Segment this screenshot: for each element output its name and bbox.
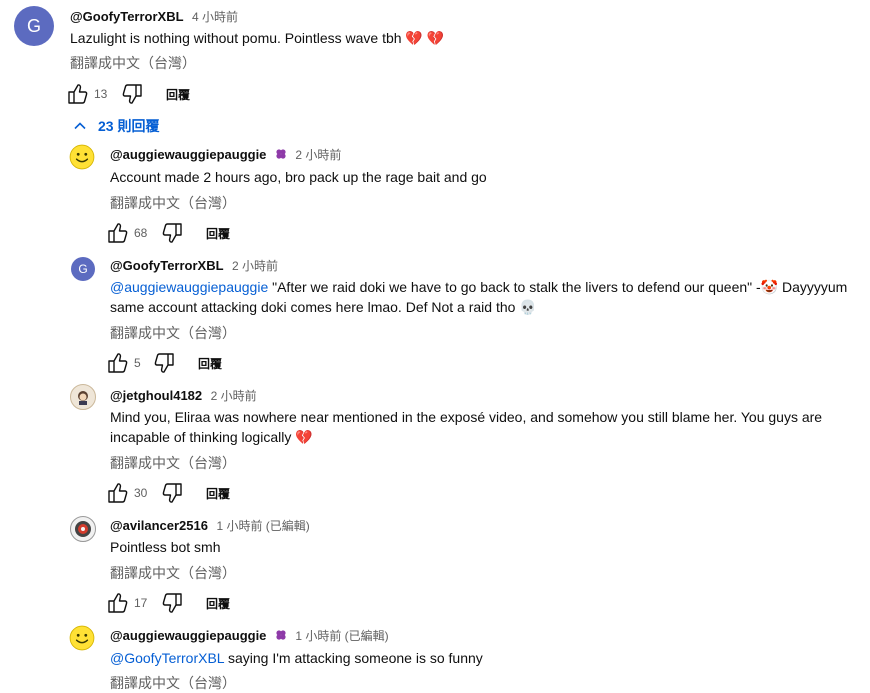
like-count: 17 <box>134 596 148 610</box>
reply-text-line2: same account attacking doki comes here l… <box>110 299 537 315</box>
author-name[interactable]: @auggiewauggiepauggie <box>110 147 266 162</box>
like-count: 68 <box>134 226 148 240</box>
broken-heart-icon: 💔 💔 <box>405 30 445 46</box>
reply-text: Account made 2 hours ago, bro pack up th… <box>110 169 487 185</box>
dislike-icon[interactable] <box>160 221 184 245</box>
reply-actions: 68 回覆 <box>106 221 230 245</box>
timestamp[interactable]: 2 小時前 <box>295 148 341 162</box>
reply-button[interactable]: 回覆 <box>198 355 222 372</box>
reply-button[interactable]: 回覆 <box>166 86 190 103</box>
translate-link[interactable]: 翻譯成中文（台灣） <box>110 563 236 583</box>
reply-actions: 5 回覆 <box>106 351 222 375</box>
author-name[interactable]: @auggiewauggiepauggie <box>110 628 266 643</box>
translate-link[interactable]: 翻譯成中文（台灣） <box>110 453 236 473</box>
like-icon[interactable] <box>106 481 130 505</box>
reply-header: @auggiewauggiepauggie 2 小時前 <box>110 146 341 164</box>
reply-actions: 17 回覆 <box>106 591 230 615</box>
comment-body: Lazulight is nothing without pomu. Point… <box>70 30 402 46</box>
author-name[interactable]: @jetghoul4182 <box>110 388 202 403</box>
translate-link[interactable]: 翻譯成中文（台灣） <box>70 53 196 73</box>
reply-body: saying I'm attacking someone is so funny <box>224 650 483 666</box>
avatar[interactable]: G <box>14 6 54 46</box>
reply-header: @auggiewauggiepauggie 1 小時前 (已編輯) <box>110 627 389 645</box>
avatar[interactable] <box>69 144 95 170</box>
avatar-letter: G <box>78 262 88 276</box>
author-name[interactable]: @GoofyTerrorXBL <box>110 258 224 273</box>
reply-header: @jetghoul4182 2 小時前 <box>110 387 257 405</box>
reply-text: @auggiewauggiepauggie "After we raid dok… <box>110 277 847 297</box>
avatar-letter: G <box>26 15 41 36</box>
reply-text: Pointless bot smh <box>110 539 221 555</box>
translate-link[interactable]: 翻譯成中文（台灣） <box>110 193 236 213</box>
timestamp[interactable]: 2 小時前 <box>211 389 257 403</box>
member-badge-icon <box>275 629 287 641</box>
member-badge-icon <box>275 148 287 160</box>
reply-body: "After we raid doki we have to go back t… <box>268 279 848 295</box>
author-name[interactable]: @GoofyTerrorXBL <box>70 9 184 24</box>
comment-header: @GoofyTerrorXBL 4 小時前 <box>70 8 238 26</box>
avatar[interactable] <box>70 384 96 410</box>
replies-toggle[interactable]: 23 則回覆 <box>72 116 159 136</box>
like-count: 5 <box>134 356 141 370</box>
timestamp[interactable]: 2 小時前 <box>232 259 278 273</box>
avatar[interactable]: G <box>71 257 95 281</box>
dislike-icon[interactable] <box>120 82 144 106</box>
timestamp[interactable]: 4 小時前 <box>192 10 238 24</box>
timestamp[interactable]: 1 小時前 (已編輯) <box>295 629 388 643</box>
like-icon[interactable] <box>106 591 130 615</box>
reply-button[interactable]: 回覆 <box>206 225 230 242</box>
reply-button[interactable]: 回覆 <box>206 485 230 502</box>
dislike-icon[interactable] <box>152 351 176 375</box>
comment-actions: 13 回覆 <box>66 82 190 106</box>
emblem-avatar-icon <box>75 521 91 537</box>
reply-header: @GoofyTerrorXBL 2 小時前 <box>110 257 278 275</box>
like-icon[interactable] <box>66 82 90 106</box>
replies-count-label: 23 則回覆 <box>98 118 160 134</box>
translate-link[interactable]: 翻譯成中文（台灣） <box>110 673 236 693</box>
reply-text-line2: incapable of thinking logically 💔 <box>110 429 313 445</box>
timestamp[interactable]: 1 小時前 (已編輯) <box>216 519 309 533</box>
avatar[interactable] <box>70 516 96 542</box>
avatar[interactable] <box>69 625 95 651</box>
like-icon[interactable] <box>106 351 130 375</box>
dislike-icon[interactable] <box>160 591 184 615</box>
like-count: 13 <box>94 87 108 101</box>
character-avatar-icon <box>78 391 88 405</box>
reply-text: Mind you, Eliraa was nowhere near mentio… <box>110 409 823 425</box>
author-name[interactable]: @avilancer2516 <box>110 518 208 533</box>
comment-text: Lazulight is nothing without pomu. Point… <box>70 28 444 48</box>
dislike-icon[interactable] <box>160 481 184 505</box>
mention-link[interactable]: @GoofyTerrorXBL <box>110 650 224 666</box>
mention-link[interactable]: @auggiewauggiepauggie <box>110 279 268 295</box>
reply-header: @avilancer2516 1 小時前 (已編輯) <box>110 517 310 535</box>
reply-actions: 30 回覆 <box>106 481 230 505</box>
chevron-up-icon <box>74 122 86 130</box>
like-count: 30 <box>134 486 148 500</box>
reply-text: @GoofyTerrorXBL saying I'm attacking som… <box>110 648 483 668</box>
reply-button[interactable]: 回覆 <box>206 595 230 612</box>
translate-link[interactable]: 翻譯成中文（台灣） <box>110 323 236 343</box>
like-icon[interactable] <box>106 221 130 245</box>
